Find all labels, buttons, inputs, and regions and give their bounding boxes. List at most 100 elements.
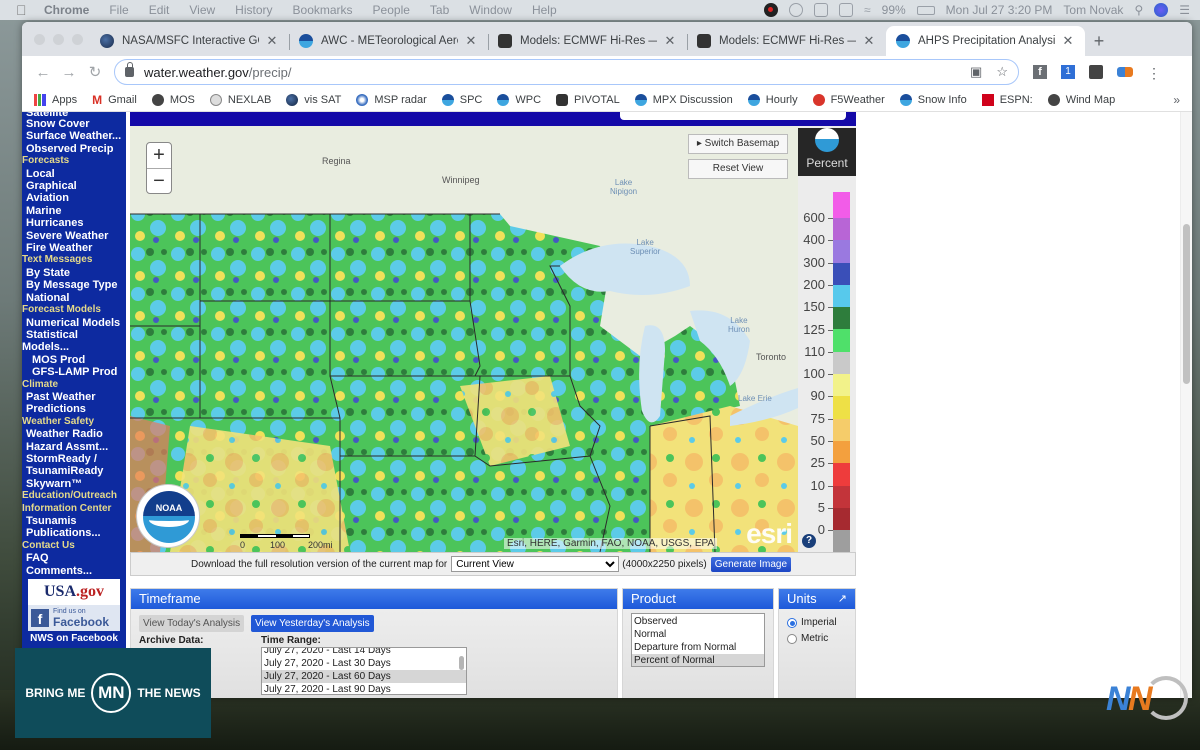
time-range-scrollbar[interactable] (459, 656, 464, 670)
switch-basemap-button[interactable]: ▸ Switch Basemap (688, 134, 788, 154)
nav-link[interactable]: Aviation (22, 192, 126, 204)
reload-button[interactable]: ↻ (82, 59, 108, 85)
tab-ecmwf-2[interactable]: Models: ECMWF Hi-Res — Pivotal ✕ (687, 26, 886, 56)
nav-link[interactable]: Severe Weather (22, 230, 126, 242)
generate-image-button[interactable]: Generate Image (710, 556, 791, 572)
close-icon[interactable]: ✕ (1061, 33, 1075, 49)
clock[interactable]: Mon Jul 27 3:20 PM (946, 3, 1053, 17)
nav-link[interactable]: Weather Radio (22, 428, 126, 440)
tab-awc[interactable]: AWC - METeorological Aerodrome ✕ (289, 26, 488, 56)
expand-icon[interactable]: ↗ (838, 589, 847, 609)
bookmark-wpc[interactable]: WPC (497, 93, 541, 106)
extensions-puzzle-icon[interactable] (1089, 65, 1103, 79)
nav-link[interactable]: GFS-LAMP Prod (22, 366, 126, 378)
time-range-option-selected[interactable]: July 27, 2020 - Last 60 Days (262, 670, 466, 683)
close-icon[interactable]: ✕ (265, 33, 279, 49)
tab-ahps-active[interactable]: AHPS Precipitation Analysis ✕ (886, 26, 1085, 56)
menu-edit[interactable]: Edit (149, 3, 170, 17)
nav-link[interactable]: Past Weather (22, 391, 126, 403)
nav-link[interactable]: Models... (22, 341, 126, 353)
nav-link[interactable]: Local (22, 168, 126, 180)
bookmark-msp-radar[interactable]: MSP radar (356, 93, 427, 106)
product-list[interactable]: Observed Normal Departure from Normal Pe… (631, 613, 765, 667)
nav-link[interactable]: Observed Precip (22, 143, 126, 155)
nav-link[interactable]: Graphical (22, 180, 126, 192)
pen-status-icon[interactable] (814, 3, 829, 17)
cast-icon[interactable]: ▣ (970, 64, 982, 80)
back-button[interactable]: ← (30, 59, 56, 85)
time-range-option[interactable]: July 27, 2020 - Last 30 Days (262, 657, 466, 670)
bookmark-f5weather[interactable]: F5Weather (812, 93, 885, 106)
menu-file[interactable]: File (109, 3, 128, 17)
nav-link[interactable]: Publications... (22, 527, 126, 539)
usagov-link[interactable]: USA.gov (28, 579, 120, 606)
bookmark-mos[interactable]: MOS (151, 93, 195, 106)
bookmark-apps[interactable]: Apps (34, 93, 77, 106)
apple-icon[interactable]:  (16, 3, 30, 17)
nws-facebook-link[interactable]: NWS on Facebook (22, 633, 126, 644)
upload-status-icon[interactable] (789, 3, 804, 17)
wifi-icon[interactable]: ≈ (864, 3, 871, 17)
precip-map[interactable]: + − ▸ Switch Basemap Reset View Regina W… (130, 126, 798, 552)
address-bar[interactable]: water.weather.gov/precip/ ▣ ☆ (114, 59, 1019, 85)
bookmark-snow-info[interactable]: Snow Info (899, 93, 967, 106)
nav-link[interactable]: By State (22, 267, 126, 279)
units-radio-imperial[interactable]: Imperial (787, 617, 837, 628)
bookmark-star-icon[interactable]: ☆ (996, 64, 1008, 80)
more-bookmarks-chevron-icon[interactable]: » (1173, 93, 1180, 107)
bookmark-mpx-discussion[interactable]: MPX Discussion (634, 93, 733, 106)
menu-view[interactable]: View (189, 3, 215, 17)
new-tab-button[interactable]: + (1085, 26, 1113, 56)
time-range-option[interactable]: July 27, 2020 - Last 90 Days (262, 683, 466, 694)
nav-link[interactable]: Surface Weather... (22, 130, 126, 142)
close-window-button[interactable] (34, 34, 45, 45)
download-view-select[interactable]: Current View (451, 556, 620, 572)
nav-link[interactable]: StormReady / (22, 453, 126, 465)
bookmark-vis-sat[interactable]: vis SAT (286, 93, 341, 106)
menu-help[interactable]: Help (532, 3, 557, 17)
menu-bookmarks[interactable]: Bookmarks (293, 3, 353, 17)
nav-link[interactable]: Comments... (22, 565, 126, 577)
onepassword-extension-icon[interactable]: 1 (1061, 65, 1075, 79)
tab-nasa-goes[interactable]: NASA/MSFC Interactive GOES ✕ (90, 26, 289, 56)
product-option-departure[interactable]: Departure from Normal (632, 641, 764, 654)
nav-link[interactable]: TsunamiReady (22, 465, 126, 477)
bookmark-gmail[interactable]: M Gmail (92, 94, 137, 106)
zoom-window-button[interactable] (72, 34, 83, 45)
nav-link[interactable]: Numerical Models (22, 317, 126, 329)
bookmark-wind-map[interactable]: Wind Map (1047, 93, 1115, 106)
view-today-button[interactable]: View Today's Analysis (139, 615, 245, 632)
lock-icon[interactable] (125, 62, 134, 77)
siri-icon[interactable] (1154, 3, 1169, 17)
page-scrollbar[interactable] (1180, 112, 1192, 698)
nav-link[interactable]: Marine (22, 205, 126, 217)
nav-link[interactable]: By Message Type (22, 279, 126, 291)
nav-link[interactable]: Snow Cover (22, 118, 126, 130)
menu-app-name[interactable]: Chrome (44, 3, 89, 17)
bookmark-nexlab[interactable]: NEXLAB (209, 93, 271, 106)
bookmark-espn[interactable]: ESPN: (981, 93, 1033, 106)
nav-link[interactable]: FAQ (22, 552, 126, 564)
nav-link[interactable]: Hazard Assmt... (22, 441, 126, 453)
forward-button[interactable]: → (56, 59, 82, 85)
product-option-percent-selected[interactable]: Percent of Normal (632, 654, 764, 666)
nav-link[interactable]: Predictions (22, 403, 126, 415)
facebook-extension-icon[interactable]: f (1033, 65, 1047, 79)
app-status-icon[interactable] (764, 3, 779, 17)
menu-people[interactable]: People (373, 3, 410, 17)
menu-tab[interactable]: Tab (430, 3, 449, 17)
facebook-link[interactable]: f Find us on Facebook (28, 605, 120, 632)
bookmark-hourly[interactable]: Hourly (747, 93, 798, 106)
close-icon[interactable]: ✕ (464, 33, 478, 49)
close-icon[interactable]: ✕ (663, 33, 677, 49)
nn-extension-icon[interactable] (1117, 67, 1133, 77)
nav-link[interactable]: MOS Prod (22, 354, 126, 366)
zoom-in-button[interactable]: + (147, 143, 171, 168)
nav-link[interactable]: Tsunamis (22, 515, 126, 527)
notification-center-icon[interactable]: ☰ (1179, 3, 1190, 17)
zoom-out-button[interactable]: − (147, 168, 171, 193)
time-range-option[interactable]: July 27, 2020 - Last 14 Days (262, 648, 466, 657)
nav-link[interactable]: Fire Weather (22, 242, 126, 254)
chrome-menu-icon[interactable]: ⋮ (1147, 65, 1161, 81)
menu-window[interactable]: Window (469, 3, 512, 17)
